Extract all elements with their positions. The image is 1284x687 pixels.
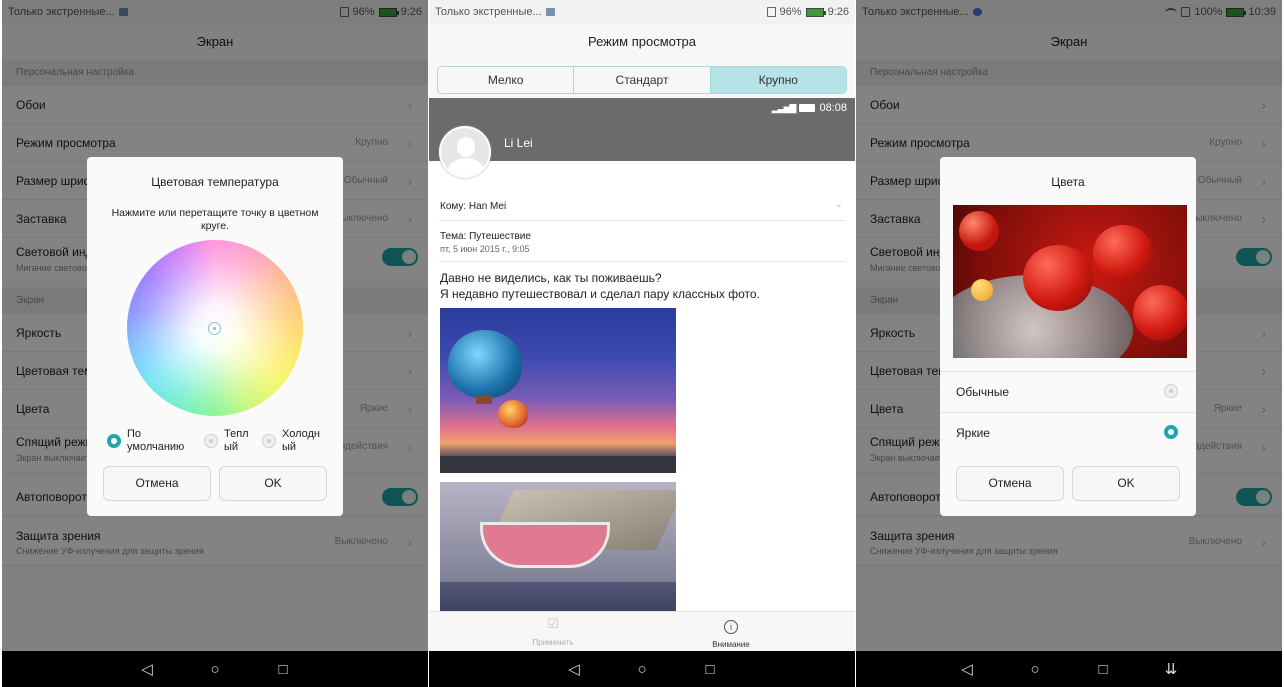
colors-dialog: Цвета Обычные Яркие Отмена OK [940,157,1196,516]
option-label: Яркие [956,426,990,440]
color-picker-handle[interactable] [208,322,221,335]
home-icon[interactable]: ○ [631,661,653,678]
system-navbar: ◁ ○ □ ⇊ [856,651,1282,687]
dialog-title: Цвета [1051,175,1085,189]
tab-large[interactable]: Крупно [710,67,846,93]
attention-label: Внимание [712,640,750,649]
radio-unselected-icon [1164,384,1178,398]
recents-icon[interactable]: □ [272,661,294,678]
home-icon[interactable]: ○ [204,661,226,678]
preview-header: ▂▃▅▇ 08:08 Li Lei [429,98,855,161]
recipient: Кому: Han Mei [440,201,507,212]
avatar [439,126,491,178]
option-label: Обычные [956,385,1010,399]
preview-image-tomatoes [953,205,1187,358]
sim-icon [766,7,776,17]
subject: Тема: Путешествие [440,231,531,242]
page-title: Режим просмотра [429,24,855,60]
divider [439,220,845,221]
checkbox-icon: ☑ [547,616,559,631]
preview-area: ▂▃▅▇ 08:08 Li Lei Кому: Han Mei ⌄ Тема: П… [429,98,855,611]
color-temperature-dialog: Цветовая температура Нажмите или перетащ… [87,157,343,516]
color-wheel[interactable] [127,240,303,416]
attention-button[interactable]: i Внимание [703,617,759,649]
notification-pull-icon[interactable]: ⇊ [1160,660,1182,678]
radio-unselected-icon [262,434,276,448]
option-normal[interactable]: Обычные [940,372,1196,412]
option-label: Теплый [224,428,249,453]
tab-small[interactable]: Мелко [438,67,575,93]
dialog-hint: Нажмите или перетащите точку в цветном к… [111,207,319,232]
ok-button[interactable]: OK [1072,466,1180,501]
clock: 9:26 [827,6,849,18]
option-label: Холодный [282,428,321,453]
apply-button[interactable]: ☑ Применить [525,616,581,648]
radio-selected-icon [1164,425,1178,439]
signal-icon: ▂▃▅▇ [771,102,797,113]
preview-status: ▂▃▅▇ 08:08 [772,102,847,114]
option-default[interactable]: По умолчанию [107,428,197,454]
system-navbar: ◁ ○ □ [429,651,855,687]
body-line-2: Я недавно путешествовал и сделал пару кл… [440,287,760,301]
info-icon: i [724,620,738,634]
status-notification-text: Только экстренные... [435,6,542,18]
option-warm[interactable]: Теплый [204,428,254,454]
system-navbar: ◁ ○ □ [2,651,428,687]
home-icon[interactable]: ○ [1024,661,1046,678]
dialog-title: Цветовая температура [151,175,279,189]
phone-screen-view-mode: Только экстренные... 96% 9:26 Режим просм… [429,0,855,687]
option-label: По умолчанию [127,428,185,453]
bottom-action-bar: ☑ Применить i Внимание [429,611,855,651]
option-vivid[interactable]: Яркие [940,413,1196,453]
body-line-1: Давно не виделись, как ты поживаешь? [440,271,662,285]
preview-battery-icon [799,104,816,112]
radio-selected-icon [107,434,121,448]
option-cold[interactable]: Холодный [262,428,324,454]
radio-unselected-icon [204,434,218,448]
battery-percent: 96% [779,6,802,18]
ok-button[interactable]: OK [219,466,327,501]
divider [439,261,845,262]
preview-clock: 08:08 [819,102,847,114]
chevron-down-icon: ⌄ [834,199,843,210]
cancel-button[interactable]: Отмена [956,466,1064,501]
date: пт, 5 июн 2015 г., 9:05 [440,244,530,254]
back-icon[interactable]: ◁ [956,660,978,678]
back-icon[interactable]: ◁ [136,660,158,678]
view-mode-segmented-control: Мелко Стандарт Крупно [437,66,847,94]
notification-icon [545,8,555,16]
recents-icon[interactable]: □ [1092,661,1114,678]
photo-balloons [440,308,676,473]
apply-label: Применить [532,638,574,647]
tab-standard[interactable]: Стандарт [574,67,711,93]
status-bar: Только экстренные... 96% 9:26 [429,0,855,24]
phone-screen-display-temperature: Только экстренные... 96% 9:26 Экран Персо… [2,0,428,687]
photo-boat [440,482,676,611]
back-icon[interactable]: ◁ [563,660,585,678]
phone-screen-display-colors: Только экстренные... 100% 10:39 Экран Пер… [856,0,1282,687]
recents-icon[interactable]: □ [699,661,721,678]
battery-icon [805,7,826,17]
sender-name: Li Lei [504,136,533,150]
cancel-button[interactable]: Отмена [103,466,211,501]
